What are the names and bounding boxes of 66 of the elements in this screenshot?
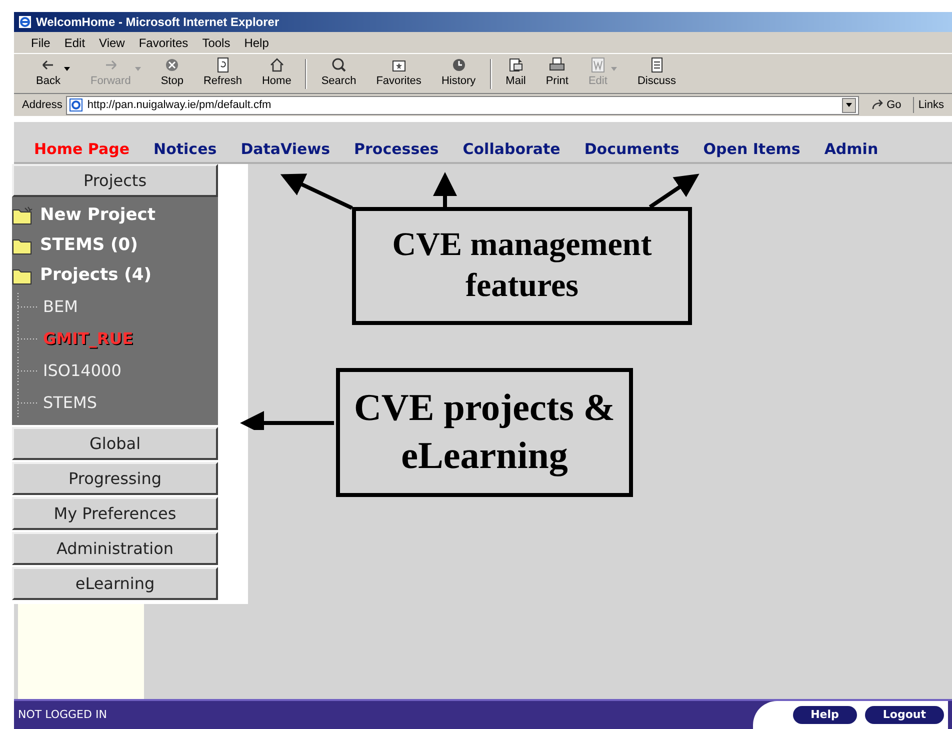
toolbar-button[interactable]: Mail <box>496 57 536 90</box>
menu-item[interactable]: Tools <box>197 34 236 52</box>
address-field[interactable]: http://pan.nuigalway.ie/pm/default.cfm <box>66 96 859 114</box>
tree-connector-icon <box>17 357 39 385</box>
go-button[interactable]: Go <box>862 96 910 114</box>
dropdown-caret-icon <box>64 66 70 70</box>
address-label: Address <box>21 98 62 113</box>
section-button[interactable]: My Preferences <box>12 497 218 530</box>
nav-link[interactable]: Documents <box>584 138 680 160</box>
discuss-icon <box>648 57 665 74</box>
tree-item[interactable]: New Project <box>40 203 156 229</box>
toolbar-button[interactable]: Search <box>311 57 366 90</box>
refresh-icon <box>214 57 231 74</box>
status-button[interactable]: Help <box>792 706 857 724</box>
section-button[interactable]: Progressing <box>12 462 218 495</box>
home-icon <box>268 57 285 74</box>
nav-link[interactable]: DataViews <box>240 138 330 160</box>
section-header[interactable]: Projects <box>12 164 218 197</box>
toolbar-button[interactable]: Home <box>252 57 302 90</box>
nav-link[interactable]: Open Items <box>703 138 800 160</box>
menu-item[interactable]: Edit <box>59 34 90 52</box>
toolbar-button[interactable]: Back <box>26 57 80 90</box>
dropdown-caret-icon <box>134 66 141 70</box>
section-button[interactable]: Administration <box>12 532 218 565</box>
stop-icon <box>164 57 180 74</box>
links-button[interactable]: Links <box>913 96 948 114</box>
tree-item[interactable]: Projects (4) <box>40 263 152 289</box>
tree-connector-icon <box>17 293 39 321</box>
edit-icon <box>590 57 606 74</box>
toolbar-button[interactable]: History <box>431 57 486 90</box>
status-button[interactable]: Logout <box>864 706 944 724</box>
tree-item[interactable]: STEMS <box>43 391 97 415</box>
callout-box: CVE management features <box>352 207 692 325</box>
dropdown-caret-icon <box>846 103 852 107</box>
section-button[interactable]: eLearning <box>12 567 218 600</box>
tree-item[interactable]: ISO14000 <box>43 359 122 383</box>
print-icon <box>549 57 566 74</box>
window-title: WelcomHome - Microsoft Internet Explorer <box>36 14 280 31</box>
toolbar-button[interactable]: Discuss <box>627 57 686 90</box>
dropdown-button[interactable] <box>842 98 856 112</box>
section-button[interactable]: Global <box>12 427 218 460</box>
menu-item[interactable]: View <box>94 34 130 52</box>
tree-connector-icon <box>17 325 39 353</box>
status-text: NOT LOGGED IN <box>18 706 107 723</box>
nav-link[interactable]: Admin <box>824 138 878 160</box>
tree-connector-icon <box>17 389 39 417</box>
dropdown-caret-icon <box>611 66 618 70</box>
nav-link[interactable]: Collaborate <box>462 138 560 160</box>
page-icon <box>69 98 84 112</box>
menu-item[interactable]: File <box>26 34 56 52</box>
search-icon <box>330 57 347 74</box>
tree-item[interactable]: BEM <box>43 295 78 319</box>
new-folder-icon <box>12 206 34 226</box>
history-icon <box>450 57 467 74</box>
menu-item[interactable]: Favorites <box>134 34 194 52</box>
toolbar-button[interactable]: Print <box>536 57 578 90</box>
menu-item[interactable]: Help <box>239 34 274 52</box>
callout-box: CVE projects & eLearning <box>336 368 633 497</box>
mail-icon <box>508 57 524 74</box>
toolbar-button[interactable]: Stop <box>150 57 194 90</box>
nav-link[interactable]: Notices <box>154 138 217 160</box>
toolbar-button[interactable]: Refresh <box>193 57 252 90</box>
tree-item[interactable]: STEMS (0) <box>40 233 138 259</box>
toolbar-button[interactable]: Favorites <box>366 57 432 90</box>
nav-link[interactable]: Processes <box>354 138 439 160</box>
go-arrow-icon <box>870 99 885 111</box>
